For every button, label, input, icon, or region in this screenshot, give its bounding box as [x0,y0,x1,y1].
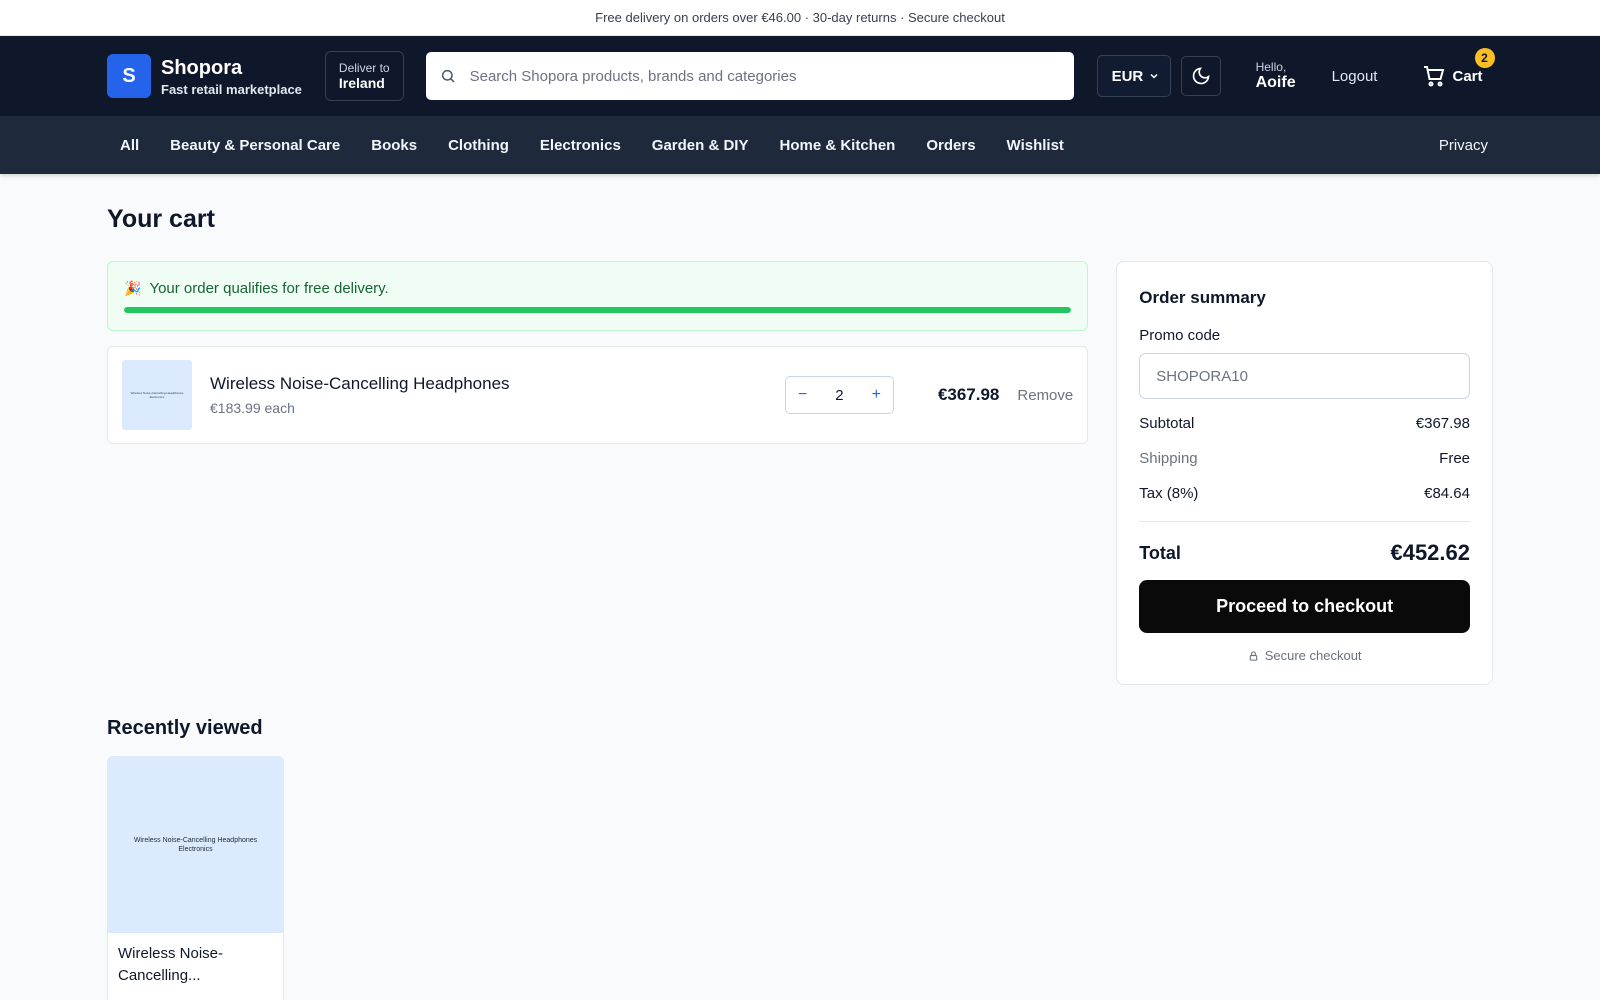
free-delivery-progress [124,307,1072,313]
recently-viewed-image: Wireless Noise-Cancelling Headphones Ele… [108,757,283,933]
quantity-stepper: − 2 + [784,376,894,414]
cart-layout: 🎉 Your order qualifies for free delivery… [107,261,1493,685]
quantity-value[interactable]: 2 [835,387,843,404]
brand[interactable]: Shopora Fast retail marketplace [161,56,302,97]
moon-icon [1192,67,1210,85]
nav-item-beauty[interactable]: Beauty & Personal Care [170,137,340,154]
recent-image-title: Wireless Noise-Cancelling Headphones [133,837,258,844]
currency-value: EUR [1111,67,1144,85]
proceed-to-checkout-button[interactable]: Proceed to checkout [1139,580,1470,633]
brand-tagline: Fast retail marketplace [161,81,302,97]
tax-value: €84.64 [1424,485,1470,502]
cart-button[interactable]: Cart 2 [1422,48,1495,88]
party-popper-icon: 🎉 [124,280,142,296]
cart-item-name[interactable]: Wireless Noise-Cancelling Headphones [210,374,785,394]
tax-row: Tax (8%) €84.64 [1139,485,1470,504]
promo-code-label: Promo code [1139,327,1221,344]
total-label: Total [1139,542,1181,563]
nav-item-clothing[interactable]: Clothing [448,137,509,154]
cart-item-unit-price: €183.99 each [210,400,295,416]
currency-select[interactable]: EUR [1096,55,1171,97]
nav-item-books[interactable]: Books [371,137,417,154]
nav-privacy-link[interactable]: Privacy [1439,137,1488,154]
recently-viewed-name: Wireless Noise-Cancelling... [118,945,224,984]
site-header: S Shopora Fast retail marketplace Delive… [0,36,1600,116]
subtotal-row: Subtotal €367.98 [1139,415,1470,434]
recently-viewed-card[interactable]: Wireless Noise-Cancelling Headphones Ele… [107,756,284,1000]
free-delivery-progress-fill [124,307,1072,313]
search-icon [441,69,455,83]
shipping-value: Free [1439,450,1470,467]
increase-quantity-button[interactable]: + [872,386,881,404]
promo-bar: Free delivery on orders over €46.00 · 30… [0,0,1600,36]
secure-checkout-text: Secure checkout [1264,648,1362,663]
order-summary-title: Order summary [1139,288,1266,307]
brand-name: Shopora [161,56,243,79]
free-delivery-text: Your order qualifies for free delivery. [149,280,389,297]
deliver-to-button[interactable]: Deliver to Ireland [324,51,404,101]
product-thumbnail[interactable]: Wireless Noise-Cancelling Headphones Ele… [122,360,192,430]
theme-toggle-button[interactable] [1180,56,1221,96]
summary-divider [1139,521,1470,522]
subtotal-label: Subtotal [1139,415,1195,432]
subtotal-value: €367.98 [1415,415,1470,432]
page-title: Your cart [107,205,215,233]
nav-item-electronics[interactable]: Electronics [540,137,621,154]
user-greeting: Hello, [1255,60,1287,74]
total-value: €452.62 [1390,540,1470,565]
cart-item-line-total: €367.98 [937,385,1000,404]
cart-label: Cart [1452,67,1483,85]
tax-label: Tax (8%) [1139,485,1199,502]
category-nav: All Beauty & Personal Care Books Clothin… [0,116,1600,174]
remove-item-button[interactable]: Remove [1017,387,1073,404]
deliver-label: Deliver to [338,61,390,75]
search-bar [425,52,1074,100]
nav-item-home-kitchen[interactable]: Home & Kitchen [779,137,895,154]
free-delivery-banner: 🎉 Your order qualifies for free delivery… [107,261,1089,331]
secure-checkout-note: Secure checkout [1139,648,1470,663]
cart-items-column: 🎉 Your order qualifies for free delivery… [107,261,1089,685]
total-row: Total €452.62 [1139,540,1470,566]
nav-item-orders[interactable]: Orders [926,137,975,154]
cart-icon [1424,66,1445,87]
logo-letter: S [122,64,136,87]
logo[interactable]: S [107,54,151,98]
logout-link[interactable]: Logout [1332,68,1378,85]
search-input[interactable] [469,67,1060,85]
recently-viewed-title: Recently viewed [107,717,263,739]
user-name: Aoife [1255,74,1296,91]
chevron-down-icon [1150,73,1158,79]
order-summary: Order summary Promo code Subtotal €367.9… [1116,261,1493,685]
deliver-country: Ireland [338,75,385,91]
nav-item-all[interactable]: All [120,137,139,154]
cart-item-info: Wireless Noise-Cancelling Headphones €18… [210,374,785,416]
cart-count-badge: 2 [1474,48,1495,68]
lock-icon [1249,650,1257,661]
thumbnail-text: Wireless Noise-Cancelling Headphones Ele… [130,391,184,399]
main-content: Your cart 🎉 Your order qualifies for fre… [0,206,1600,1000]
decrease-quantity-button[interactable]: − [798,386,807,404]
shipping-label: Shipping [1139,450,1198,467]
cart-item: Wireless Noise-Cancelling Headphones Ele… [107,346,1089,444]
nav-item-wishlist[interactable]: Wishlist [1007,137,1064,154]
promo-code-input[interactable] [1139,353,1470,399]
shipping-row: Shipping Free [1139,450,1470,469]
promo-bar-text: Free delivery on orders over €46.00 · 30… [595,10,1005,25]
user-account[interactable]: Hello, Aoife [1256,60,1296,92]
nav-item-garden[interactable]: Garden & DIY [652,137,749,154]
free-delivery-message: 🎉 Your order qualifies for free delivery… [124,280,1071,297]
recent-image-category: Electronics [178,846,213,853]
